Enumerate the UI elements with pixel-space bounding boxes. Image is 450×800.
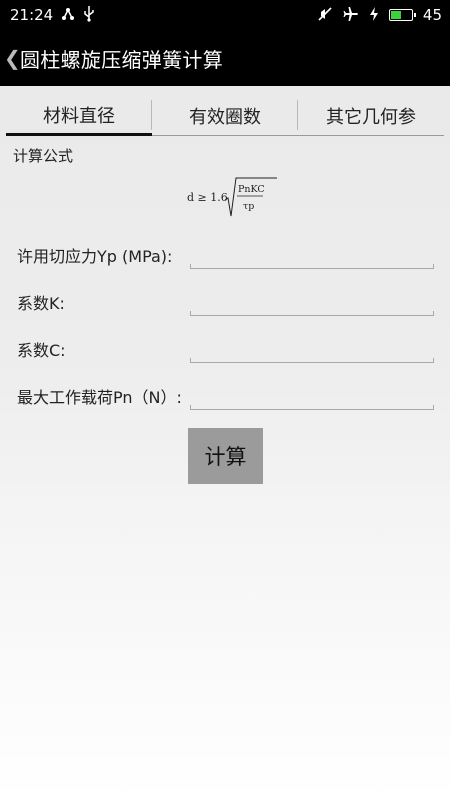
battery-level: 45 (422, 6, 442, 24)
max-load-input[interactable] (190, 384, 434, 410)
usb-icon (83, 5, 95, 25)
allowable-stress-field-wrap (190, 243, 434, 269)
tab-material-diameter[interactable]: 材料直径 (6, 96, 152, 136)
title-bar: ❮ 圆柱螺旋压缩弹簧计算 (0, 30, 450, 86)
page-title: 圆柱螺旋压缩弹簧计算 (20, 47, 223, 72)
airplane-icon (343, 6, 359, 25)
mute-icon (317, 6, 333, 25)
calculate-button[interactable]: 计算 (188, 428, 263, 484)
field-label-coefficient-c: 系数C: (17, 341, 66, 360)
field-label-max-load: 最大工作载荷Pn（N）: (17, 388, 182, 407)
section-label: 计算公式 (13, 147, 74, 165)
tab-label: 其它几何参 (326, 106, 416, 128)
coefficient-c-input[interactable] (190, 337, 434, 363)
coefficient-c-field-wrap (190, 337, 434, 363)
field-label-coefficient-k: 系数K: (17, 294, 65, 313)
battery-fill (390, 11, 401, 19)
formula-numerator: PnKC (238, 184, 265, 195)
tab-effective-coils[interactable]: 有效圈数 (152, 96, 298, 136)
max-load-field-wrap (190, 384, 434, 410)
tab-label: 材料直径 (43, 105, 115, 127)
battery-icon (388, 9, 416, 21)
share-icon (61, 7, 75, 24)
tab-label: 有效圈数 (189, 106, 261, 128)
field-label-allowable-stress: 许用切应力Yp (MPa): (17, 247, 173, 266)
charging-icon (369, 6, 379, 24)
formula-image: d ≥ 1.6 PnKC τp (187, 174, 277, 222)
status-bar: 21:24 45 (0, 0, 450, 30)
status-time: 21:24 (10, 6, 54, 24)
tab-bar: 材料直径 有效圈数 其它几何参 (6, 96, 444, 136)
back-icon[interactable]: ❮ (4, 46, 21, 70)
tab-other-geometry[interactable]: 其它几何参 (298, 96, 444, 136)
allowable-stress-input[interactable] (190, 243, 434, 269)
coefficient-k-field-wrap (190, 290, 434, 316)
coefficient-k-input[interactable] (190, 290, 434, 316)
status-left: 21:24 (10, 5, 95, 25)
status-right: 45 (317, 6, 442, 25)
formula-lhs: d ≥ 1.6 (187, 191, 228, 204)
formula-denominator: τp (243, 201, 254, 212)
